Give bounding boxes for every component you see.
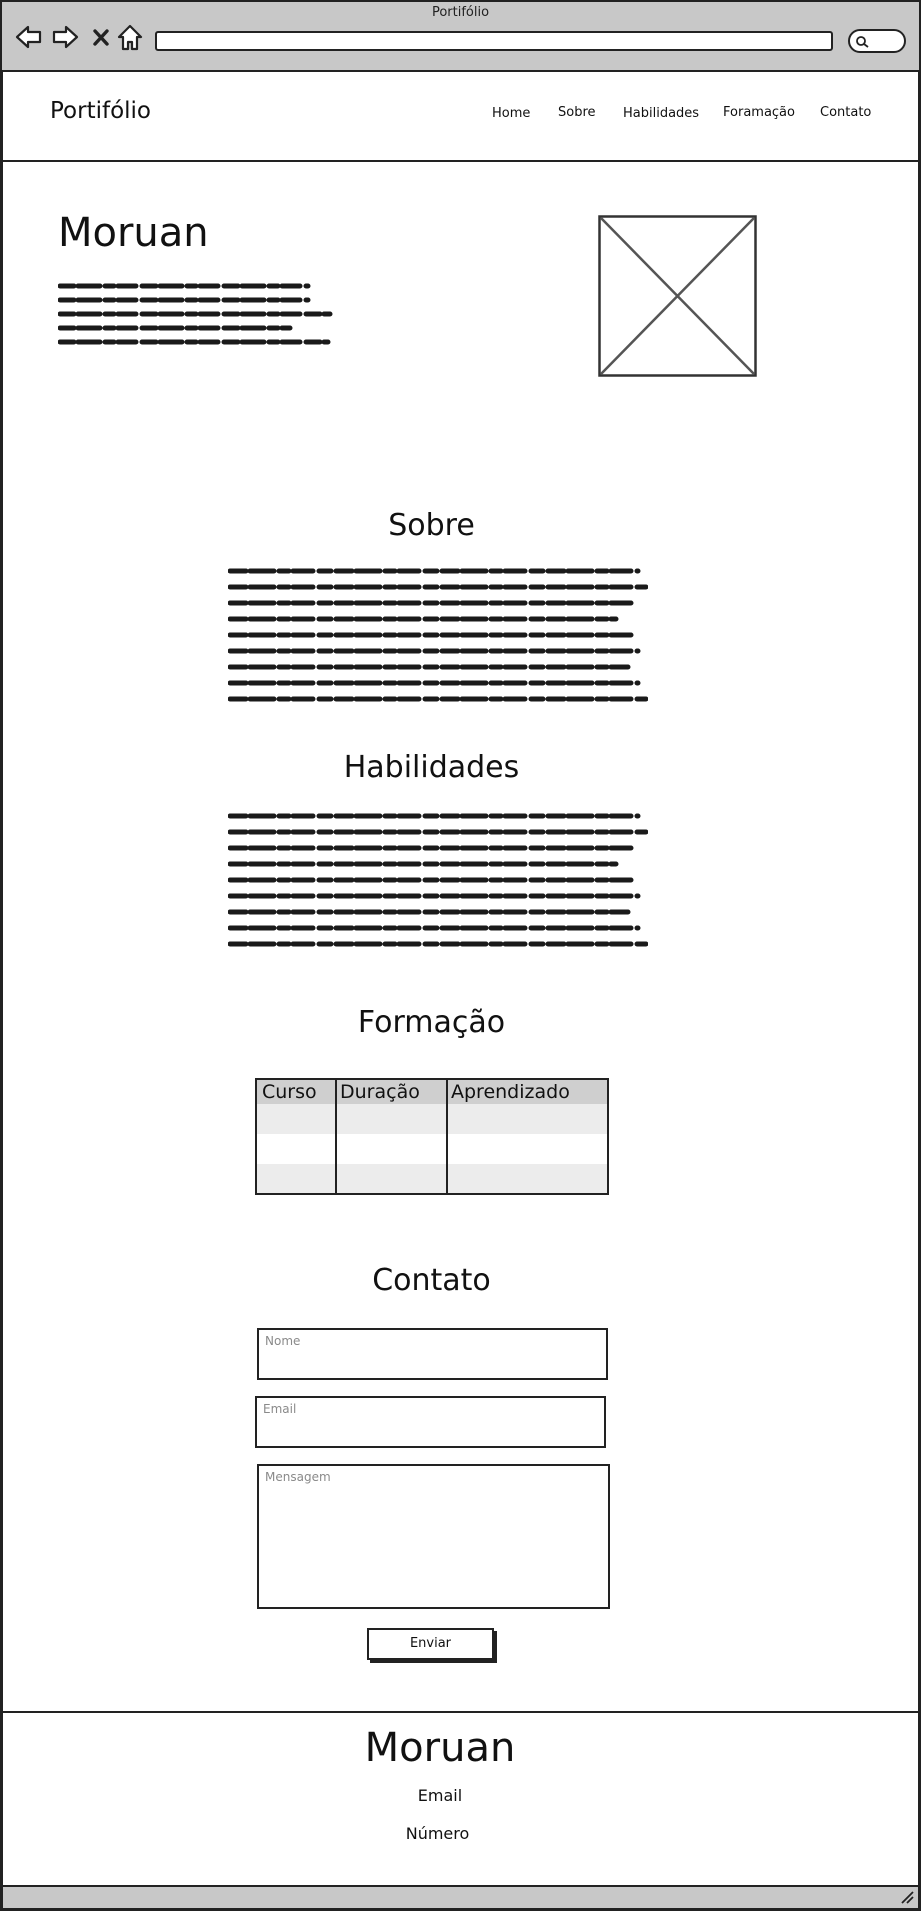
footer-divider — [3, 1711, 918, 1713]
sobre-text-placeholder — [228, 568, 648, 702]
close-icon[interactable] — [90, 22, 112, 52]
resize-grip-icon[interactable] — [900, 1890, 914, 1904]
forward-arrow-icon[interactable] — [52, 22, 80, 52]
message-field[interactable]: Mensagem — [257, 1464, 610, 1609]
section-title-formacao: Formação — [357, 1005, 506, 1040]
home-icon[interactable] — [116, 22, 144, 52]
table-header-duracao: Duração — [340, 1081, 420, 1103]
table-row — [257, 1134, 607, 1164]
section-title-habilidades: Habilidades — [343, 750, 520, 785]
message-field-placeholder: Mensagem — [265, 1470, 331, 1484]
nav-habilidades[interactable]: Habilidades — [623, 106, 699, 121]
table-row — [257, 1104, 607, 1134]
section-title-contato: Contato — [372, 1263, 491, 1298]
hero-name: Moruan — [58, 210, 209, 256]
browser-status-bar — [3, 1885, 918, 1908]
table-header-aprendizado: Aprendizado — [451, 1081, 570, 1103]
nav-formacao[interactable]: Foramação — [723, 105, 795, 120]
footer-email: Email — [417, 1786, 463, 1805]
habilidades-text-placeholder — [228, 813, 648, 947]
formacao-table: Curso Duração Aprendizado — [255, 1078, 609, 1195]
column-divider — [446, 1080, 448, 1193]
image-placeholder-icon — [598, 215, 757, 377]
address-bar[interactable] — [155, 31, 833, 51]
email-field-placeholder: Email — [263, 1402, 297, 1416]
hero-text-placeholder — [58, 283, 333, 345]
nav-contato[interactable]: Contato — [820, 105, 871, 120]
name-field-placeholder: Nome — [265, 1334, 301, 1348]
table-header-curso: Curso — [262, 1081, 317, 1103]
search-icon — [856, 36, 869, 48]
column-divider — [335, 1080, 337, 1193]
window-title: Portifólio — [431, 5, 490, 20]
email-field[interactable]: Email — [255, 1396, 606, 1448]
name-field[interactable]: Nome — [257, 1328, 608, 1380]
footer-number: Número — [405, 1824, 470, 1843]
site-brand[interactable]: Portifólio — [50, 98, 151, 124]
send-button[interactable]: Enviar — [367, 1628, 494, 1660]
back-arrow-icon[interactable] — [14, 22, 42, 52]
nav-sobre[interactable]: Sobre — [558, 105, 596, 120]
section-title-sobre: Sobre — [388, 508, 475, 543]
footer-name: Moruan — [364, 1725, 516, 1771]
table-row — [257, 1164, 607, 1193]
browser-search-field[interactable] — [848, 29, 906, 53]
nav-home[interactable]: Home — [492, 106, 530, 121]
